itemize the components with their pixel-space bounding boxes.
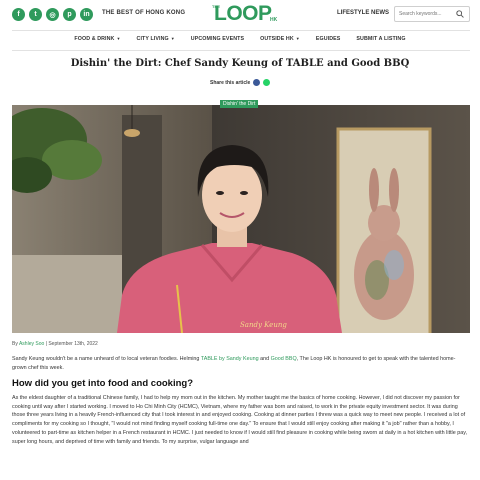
nav-divider — [12, 50, 470, 51]
apron-embroidery: Sandy Keung — [240, 321, 287, 329]
nav-label: FOOD & DRINK — [74, 36, 115, 42]
nav-city-living[interactable]: CITY LIVING ▼ — [137, 36, 175, 48]
share-label: Share this article — [210, 79, 251, 86]
chevron-down-icon: ▼ — [170, 36, 175, 41]
main-nav: FOOD & DRINK ▼ CITY LIVING ▼ UPCOMING EVEN… — [0, 36, 480, 48]
chef-portrait: Sandy Keung — [12, 105, 470, 333]
hero-image: Sandy Keung — [12, 105, 470, 333]
header-divider — [12, 30, 470, 31]
intro-text: and — [258, 356, 271, 362]
share-facebook-icon[interactable] — [253, 79, 261, 86]
pinterest-icon[interactable]: p — [63, 8, 76, 21]
share-bar: Share this article — [210, 79, 271, 86]
nav-label: OUTSIDE HK — [260, 36, 294, 42]
logo-hk: HK — [270, 17, 278, 23]
instagram-icon[interactable]: ◎ — [46, 8, 59, 21]
lifestyle-news-link[interactable]: LIFESTYLE NEWS — [337, 10, 389, 16]
nav-food-drink[interactable]: FOOD & DRINK ▼ — [74, 36, 120, 48]
nav-label: CITY LIVING — [136, 36, 169, 42]
search-input[interactable] — [399, 9, 453, 19]
byline-prefix: By — [12, 341, 18, 347]
site-tagline: THE BEST OF HONG KONG — [102, 10, 186, 16]
byline: By Ashley Soo | September 13th, 2022 — [12, 341, 98, 347]
nav-label: EGUIDES — [315, 36, 341, 42]
nav-label: SUBMIT A LISTING — [356, 36, 406, 42]
publish-date: | September 13th, 2022 — [45, 341, 98, 347]
facebook-icon[interactable]: f — [12, 8, 25, 21]
search-box — [394, 6, 470, 22]
author-link[interactable]: Ashley Soo — [19, 341, 44, 347]
search-icon[interactable] — [456, 10, 464, 18]
share-whatsapp-icon[interactable] — [263, 79, 271, 86]
nav-submit-listing[interactable]: SUBMIT A LISTING — [356, 36, 405, 48]
table-link[interactable]: TABLE by Sandy Keung — [201, 356, 259, 362]
logo-loop: LOOP — [214, 2, 272, 25]
linkedin-icon[interactable]: in — [80, 8, 93, 21]
top-bar: f t ◎ p in THE BEST OF HONG KONG THE LOO… — [0, 0, 480, 30]
site-logo[interactable]: THE LOOP HK — [212, 2, 278, 28]
question-heading: How did you get into food and cooking? — [12, 378, 194, 389]
chevron-down-icon: ▼ — [295, 36, 300, 41]
nav-label: UPCOMING EVENTS — [190, 36, 245, 42]
chevron-down-icon: ▼ — [116, 36, 121, 41]
nav-outside-hk[interactable]: OUTSIDE HK ▼ — [260, 36, 300, 48]
category-tag[interactable]: Dishin' the Dirt — [220, 100, 259, 108]
good-bbq-link[interactable]: Good BBQ — [271, 356, 297, 362]
intro-text: Sandy Keung wouldn't be a name unheard o… — [12, 356, 201, 362]
answer-paragraph: As the eldest daughter of a traditional … — [12, 395, 468, 445]
social-links: f t ◎ p in — [12, 8, 93, 21]
article-title: Dishin' the Dirt: Chef Sandy Keung of TA… — [70, 58, 410, 69]
nav-upcoming-events[interactable]: UPCOMING EVENTS — [191, 36, 244, 48]
article-intro: Sandy Keung wouldn't be a name unheard o… — [12, 355, 470, 372]
nav-eguides[interactable]: EGUIDES — [316, 36, 341, 48]
twitter-icon[interactable]: t — [29, 8, 42, 21]
